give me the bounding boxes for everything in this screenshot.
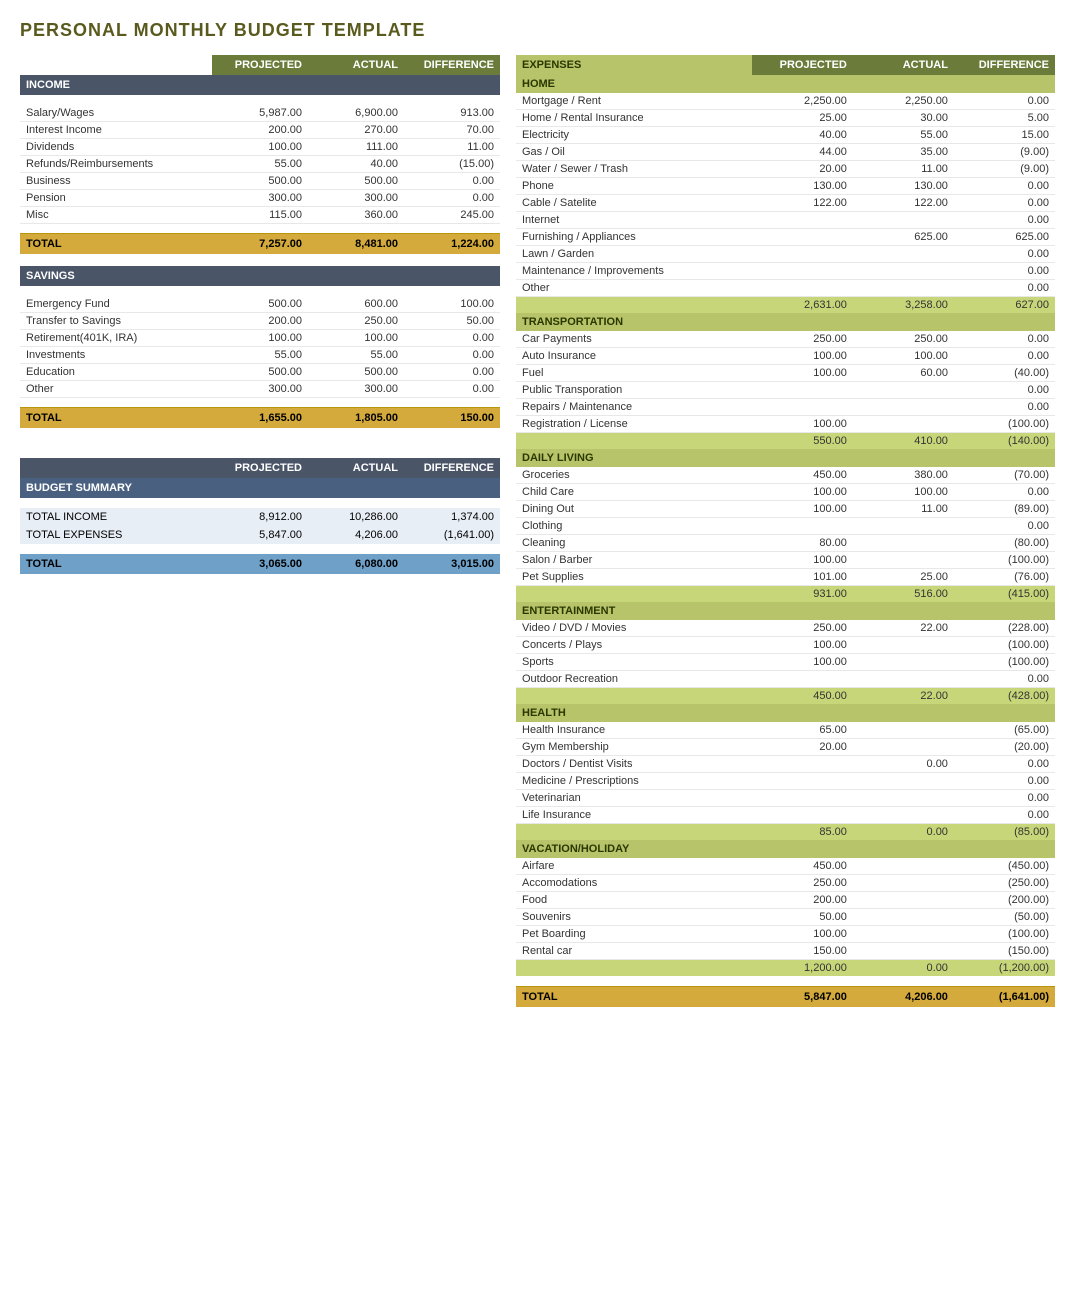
expenses-actual-header: ACTUAL [853,55,954,75]
home-row-maintenance: Maintenance / Improvements0.00 [516,263,1055,280]
daily-living-subtotal-row: 931.00516.00(415.00) [516,586,1055,603]
income-row-salary: Salary/Wages 5,987.00 6,900.00 913.00 [20,105,500,122]
summary-final-total-row: TOTAL 3,065.00 6,080.00 3,015.00 [20,554,500,574]
daily-row-salon: Salon / Barber100.00(100.00) [516,552,1055,569]
expenses-projected-header: PROJECTED [752,55,853,75]
transport-row-auto-ins: Auto Insurance100.00100.000.00 [516,348,1055,365]
health-row-insurance: Health Insurance65.00(65.00) [516,722,1055,739]
home-subtotal-row: 2,631.003,258.00627.00 [516,297,1055,314]
entertainment-section-label: ENTERTAINMENT [516,602,1055,620]
right-panel: EXPENSES PROJECTED ACTUAL DIFFERENCE HOM… [516,55,1055,1007]
income-row-refunds: Refunds/Reimbursements 55.00 40.00 (15.0… [20,156,500,173]
savings-row-transfer: Transfer to Savings 200.00 250.00 50.00 [20,313,500,330]
daily-row-cleaning: Cleaning80.00(80.00) [516,535,1055,552]
health-row-doctors: Doctors / Dentist Visits0.000.00 [516,756,1055,773]
home-row-lawn: Lawn / Garden0.00 [516,246,1055,263]
vac-row-pet-boarding: Pet Boarding100.00(100.00) [516,926,1055,943]
summary-total-expenses-row: TOTAL EXPENSES 5,847.00 4,206.00 (1,641.… [20,526,500,544]
ent-row-video: Video / DVD / Movies250.0022.00(228.00) [516,620,1055,637]
summary-projected-header: PROJECTED [212,458,308,478]
income-row-pension: Pension 300.00 300.00 0.00 [20,190,500,207]
daily-row-pet-supplies: Pet Supplies101.0025.00(76.00) [516,569,1055,586]
summary-actual-header: ACTUAL [308,458,404,478]
left-panel: PROJECTED ACTUAL DIFFERENCE INCOME Salar… [20,55,500,574]
income-total-row: TOTAL 7,257.00 8,481.00 1,224.00 [20,234,500,255]
transport-row-fuel: Fuel100.0060.00(40.00) [516,365,1055,382]
income-section-label: INCOME [20,75,500,95]
daily-row-childcare: Child Care100.00100.000.00 [516,484,1055,501]
vac-row-rental-car: Rental car150.00(150.00) [516,943,1055,960]
transportation-section-label: TRANSPORTATION [516,313,1055,331]
income-row-interest: Interest Income 200.00 270.00 70.00 [20,122,500,139]
income-table: PROJECTED ACTUAL DIFFERENCE INCOME Salar… [20,55,500,254]
daily-row-dining: Dining Out100.0011.00(89.00) [516,501,1055,518]
income-row-dividends: Dividends 100.00 111.00 11.00 [20,139,500,156]
savings-section-label: SAVINGS [20,266,500,286]
savings-row-investments: Investments 55.00 55.00 0.00 [20,347,500,364]
summary-total-income-row: TOTAL INCOME 8,912.00 10,286.00 1,374.00 [20,508,500,526]
savings-row-education: Education 500.00 500.00 0.00 [20,364,500,381]
income-difference-header: DIFFERENCE [404,55,500,75]
vac-row-airfare: Airfare450.00(450.00) [516,858,1055,875]
vac-row-food: Food200.00(200.00) [516,892,1055,909]
income-actual-header: ACTUAL [308,55,404,75]
vacation-subtotal-row: 1,200.000.00(1,200.00) [516,960,1055,977]
transport-row-registration: Registration / License100.00(100.00) [516,416,1055,433]
vac-row-souvenirs: Souvenirs50.00(50.00) [516,909,1055,926]
home-row-other: Other0.00 [516,280,1055,297]
budget-summary-label: BUDGET SUMMARY [20,478,500,498]
health-row-vet: Veterinarian0.00 [516,790,1055,807]
home-row-cable: Cable / Satelite122.00122.000.00 [516,195,1055,212]
home-section-label: HOME [516,75,1055,93]
income-row-misc: Misc 115.00 360.00 245.00 [20,207,500,224]
health-section-label: HEALTH [516,704,1055,722]
expenses-header-label: EXPENSES [516,55,752,75]
home-row-internet: Internet0.00 [516,212,1055,229]
ent-row-outdoor: Outdoor Recreation0.00 [516,671,1055,688]
home-row-gas: Gas / Oil44.0035.00(9.00) [516,144,1055,161]
health-row-medicine: Medicine / Prescriptions0.00 [516,773,1055,790]
home-row-mortgage: Mortgage / Rent2,250.002,250.000.00 [516,93,1055,110]
savings-row-retirement: Retirement(401K, IRA) 100.00 100.00 0.00 [20,330,500,347]
daily-row-clothing: Clothing0.00 [516,518,1055,535]
vacation-section-label: VACATION/HOLIDAY [516,840,1055,858]
savings-row-other: Other 300.00 300.00 0.00 [20,381,500,398]
budget-summary-table: PROJECTED ACTUAL DIFFERENCE BUDGET SUMMA… [20,458,500,574]
vac-row-accomodations: Accomodations250.00(250.00) [516,875,1055,892]
home-row-electricity: Electricity40.0055.0015.00 [516,127,1055,144]
income-projected-header: PROJECTED [212,55,308,75]
expenses-table: EXPENSES PROJECTED ACTUAL DIFFERENCE HOM… [516,55,1055,1007]
home-row-insurance: Home / Rental Insurance25.0030.005.00 [516,110,1055,127]
entertainment-subtotal-row: 450.0022.00(428.00) [516,688,1055,705]
home-row-phone: Phone130.00130.000.00 [516,178,1055,195]
savings-row-emergency: Emergency Fund 500.00 600.00 100.00 [20,296,500,313]
expenses-total-row: TOTAL 5,847.00 4,206.00 (1,641.00) [516,986,1055,1007]
home-row-furnishing: Furnishing / Appliances625.00625.00 [516,229,1055,246]
health-row-gym: Gym Membership20.00(20.00) [516,739,1055,756]
transport-row-repairs: Repairs / Maintenance0.00 [516,399,1055,416]
transportation-subtotal-row: 550.00410.00(140.00) [516,433,1055,450]
ent-row-sports: Sports100.00(100.00) [516,654,1055,671]
ent-row-concerts: Concerts / Plays100.00(100.00) [516,637,1055,654]
daily-living-section-label: DAILY LIVING [516,449,1055,467]
health-subtotal-row: 85.000.00(85.00) [516,824,1055,841]
transport-row-public: Public Transporation0.00 [516,382,1055,399]
expenses-difference-header: DIFFERENCE [954,55,1055,75]
savings-table: SAVINGS Emergency Fund 500.00 600.00 100… [20,266,500,428]
health-row-life-ins: Life Insurance0.00 [516,807,1055,824]
savings-total-row: TOTAL 1,655.00 1,805.00 150.00 [20,408,500,429]
home-row-water: Water / Sewer / Trash20.0011.00(9.00) [516,161,1055,178]
budget-summary-section: PROJECTED ACTUAL DIFFERENCE BUDGET SUMMA… [20,458,500,574]
income-empty-header [20,55,212,75]
income-row-business: Business 500.00 500.00 0.00 [20,173,500,190]
page-title: PERSONAL MONTHLY BUDGET TEMPLATE [20,20,1055,41]
daily-row-groceries: Groceries450.00380.00(70.00) [516,467,1055,484]
summary-difference-header: DIFFERENCE [404,458,500,478]
transport-row-car: Car Payments250.00250.000.00 [516,331,1055,348]
summary-empty-header [20,458,212,478]
